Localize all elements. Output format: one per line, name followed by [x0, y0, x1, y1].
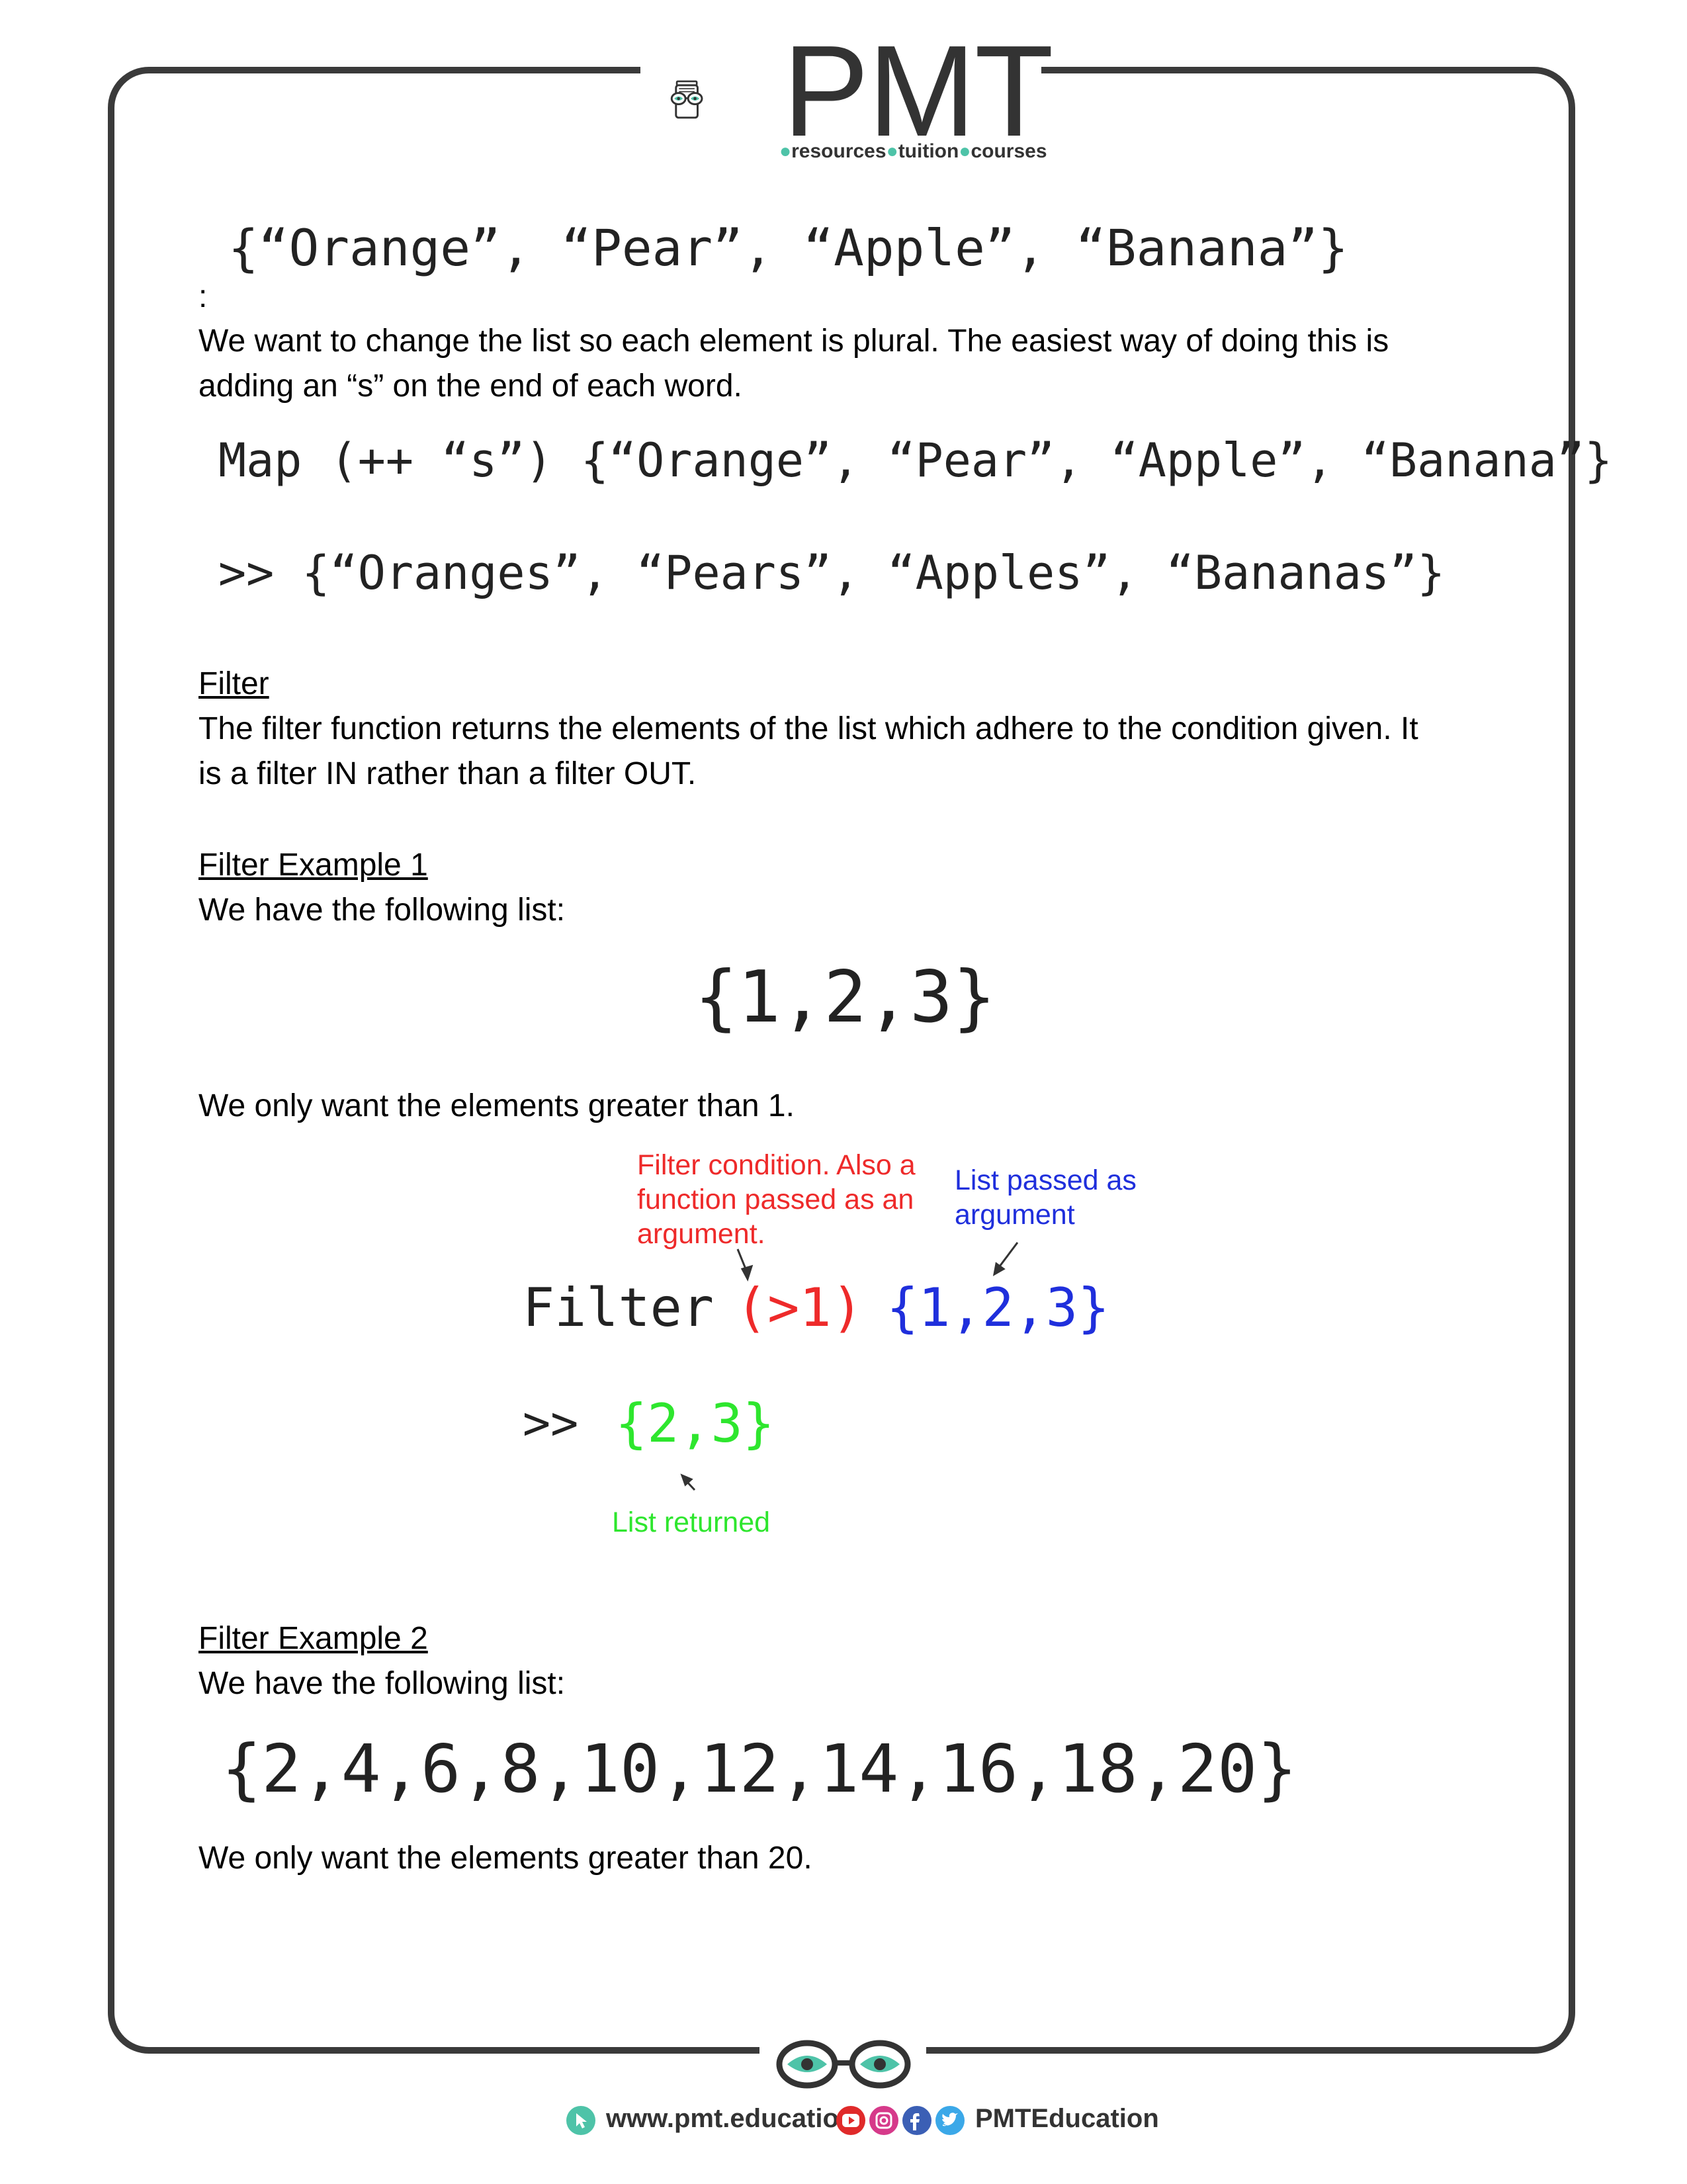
- example1-intro: We have the following list:: [198, 893, 566, 928]
- code-map-result: >> {“Oranges”, “Pears”, “Apples”, “Banan…: [218, 546, 1446, 600]
- instagram-icon[interactable]: [868, 2105, 900, 2136]
- paragraph-plural-line-2: adding an “s” on the end of each word.: [198, 369, 742, 404]
- code-fruit-list: {“Orange”, “Pear”, “Apple”, “Banana”}: [228, 218, 1348, 277]
- annotation-list-returned: List returned: [612, 1507, 771, 1538]
- social-handle[interactable]: PMTEducation: [975, 2104, 1159, 2134]
- example2-goal: We only want the elements greater than 2…: [198, 1841, 812, 1876]
- example1-goal: We only want the elements greater than 1…: [198, 1088, 795, 1123]
- twitter-icon[interactable]: [934, 2105, 966, 2136]
- cursor-icon: [566, 2106, 595, 2135]
- diagram-filter-list: {1,2,3}: [887, 1277, 1110, 1338]
- code-map-expression: Map (++ “s”) {“Orange”, “Pear”, “Apple”,…: [218, 433, 1613, 488]
- brand-tagline: ●resources●tuition●courses: [779, 140, 1047, 162]
- example2-intro: We have the following list:: [198, 1666, 566, 1701]
- annotation-list-argument: List passed as argument: [955, 1164, 1137, 1231]
- glasses-icon: [776, 2040, 911, 2089]
- filter-paragraph-line-2: is a filter IN rather than a filter OUT.: [198, 756, 697, 791]
- youtube-icon[interactable]: [835, 2105, 867, 2136]
- filter-heading: Filter: [198, 666, 269, 701]
- pmt-logo-icon: [670, 80, 703, 119]
- example1-heading: Filter Example 1: [198, 848, 428, 883]
- diagram-filter-keyword: Filter: [523, 1277, 714, 1338]
- example1-list: {1,2,3}: [695, 956, 996, 1039]
- paragraph-plural-line-1: We want to change the list so each eleme…: [198, 324, 1389, 359]
- colon-text: :: [198, 279, 208, 314]
- diagram-result-list: {2,3}: [615, 1393, 775, 1454]
- diagram-result-prompt: >>: [523, 1396, 579, 1450]
- website-link[interactable]: www.pmt.education: [606, 2104, 855, 2134]
- facebook-icon[interactable]: [901, 2105, 933, 2136]
- example2-heading: Filter Example 2: [198, 1621, 428, 1656]
- annotation-filter-condition: Filter condition. Also a function passed…: [637, 1149, 916, 1250]
- example2-list: {2,4,6,8,10,12,14,16,18,20}: [222, 1730, 1297, 1808]
- filter-paragraph-line-1: The filter function returns the elements…: [198, 711, 1418, 746]
- brand-name: PMT: [783, 19, 1054, 163]
- diagram-filter-condition: (>1): [736, 1277, 863, 1338]
